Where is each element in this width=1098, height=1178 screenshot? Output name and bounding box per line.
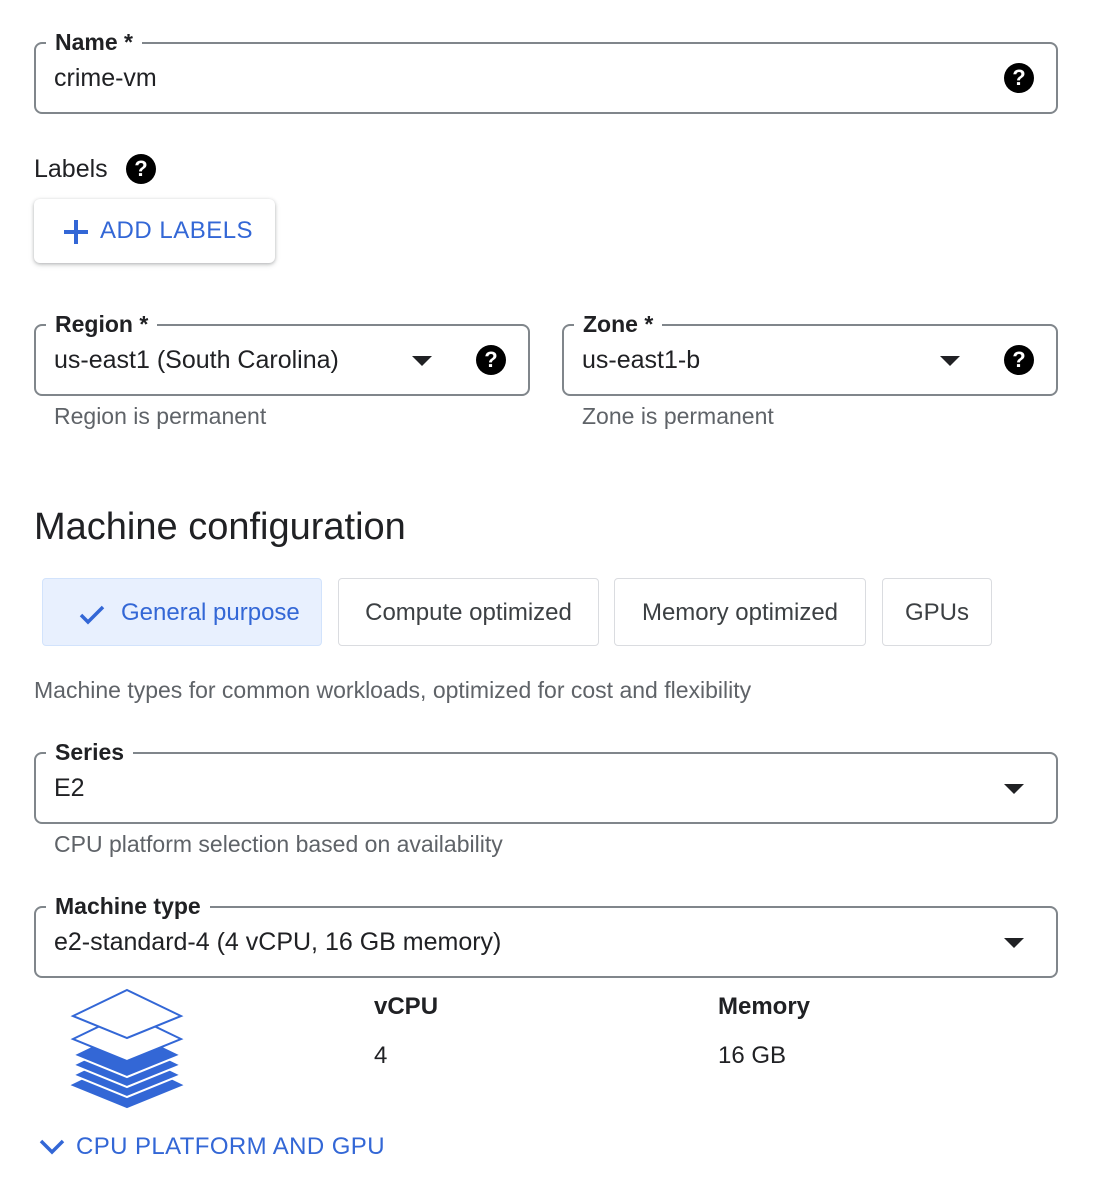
region-helper-text: Region is permanent [54,403,267,429]
zone-value: us-east1-b [582,346,701,374]
name-input[interactable]: crime-vm [54,63,157,93]
series-helper-text: CPU platform selection based on availabi… [54,831,503,857]
tab-memory-optimized[interactable]: Memory optimized [614,578,866,646]
add-labels-label: ADD LABELS [100,217,254,244]
add-labels-button[interactable]: ADD LABELS [34,199,275,263]
dropdown-arrow-icon [1004,938,1024,948]
name-field[interactable]: Name * crime-vm ? [34,27,1058,114]
tab-compute-optimized-label: Compute optimized [365,599,572,626]
zone-field-label: Zone * [574,309,663,339]
vcpu-label: vCPU [374,993,439,1020]
dropdown-arrow-icon [940,356,960,366]
machine-type-select[interactable]: Machine type e2-standard-4 (4 vCPU, 16 G… [34,891,1058,978]
tab-gpus-label: GPUs [904,599,969,626]
vcpu-value: 4 [374,1042,388,1069]
region-field-label: Region * [46,309,158,339]
help-icon[interactable]: ? [1004,63,1034,93]
name-field-label: Name * [46,27,142,57]
machine-type-value: e2-standard-4 (4 vCPU, 16 GB memory) [54,928,502,956]
check-icon [79,605,105,625]
tab-gpus[interactable]: GPUs [882,578,992,646]
tab-general-purpose-label: General purpose [121,599,300,626]
memory-label: Memory [718,993,811,1020]
machine-config-description: Machine types for common workloads, opti… [34,677,752,703]
machine-type-field-label: Machine type [46,891,210,921]
dropdown-arrow-icon [412,356,432,366]
help-icon[interactable]: ? [476,345,506,375]
help-icon[interactable]: ? [1004,345,1034,375]
machine-config-title: Machine configuration [34,506,406,548]
help-icon[interactable]: ? [126,154,156,184]
region-value: us-east1 (South Carolina) [54,346,339,374]
cpu-platform-gpu-label: CPU PLATFORM AND GPU [76,1133,385,1160]
series-value: E2 [54,774,85,802]
series-select[interactable]: Series E2 [34,737,1058,824]
tab-general-purpose[interactable]: General purpose [42,578,322,646]
region-select[interactable]: Region * us-east1 (South Carolina) ? [34,309,530,396]
cpu-platform-gpu-expander[interactable]: CPU PLATFORM AND GPU [36,1130,396,1164]
memory-value: 16 GB [718,1042,787,1069]
dropdown-arrow-icon [1004,784,1024,794]
zone-select[interactable]: Zone * us-east1-b ? [562,309,1058,396]
tab-memory-optimized-label: Memory optimized [641,599,839,626]
tab-compute-optimized[interactable]: Compute optimized [338,578,599,646]
stacked-layers-icon [70,988,184,1109]
chevron-down-icon [39,1139,65,1155]
series-field-label: Series [46,737,134,767]
labels-title: Labels [34,155,108,183]
plus-icon [64,220,88,244]
zone-helper-text: Zone is permanent [582,403,774,429]
